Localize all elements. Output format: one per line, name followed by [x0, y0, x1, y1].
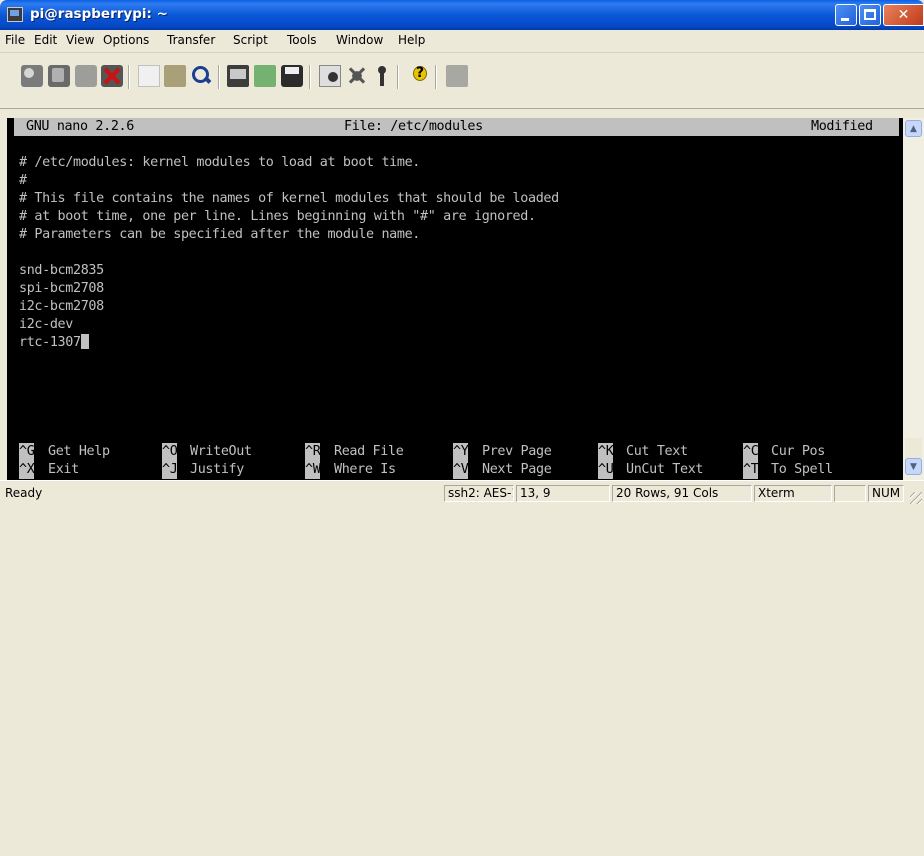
scroll-thumb[interactable] — [905, 438, 922, 458]
status-bar: Ready ssh2: AES-128 13, 9 20 Rows, 91 Co… — [0, 480, 924, 506]
connect-icon[interactable] — [21, 65, 43, 87]
terminal-app-icon[interactable] — [7, 7, 23, 22]
shortcut-label: To Spell — [771, 462, 833, 477]
chevron-down-icon: ▼ — [910, 461, 917, 472]
scroll-down-button[interactable]: ▼ — [905, 458, 922, 475]
resize-grip[interactable] — [910, 492, 922, 504]
nano-header-bar: GNU nano 2.2.6 File: /etc/modules Modifi… — [14, 118, 899, 136]
file-line: i2c-dev — [19, 317, 73, 332]
reconnect-icon[interactable] — [75, 65, 97, 87]
shortcut-label: Read File — [334, 444, 404, 459]
shortcut-key: ^R — [305, 443, 321, 461]
shortcut-key: ^T — [743, 461, 759, 479]
key-icon[interactable] — [371, 65, 393, 87]
toolbar-separator — [435, 65, 437, 89]
status-cipher: ssh2: AES-128 — [444, 485, 514, 502]
toolbar-separator — [309, 65, 311, 89]
maximize-icon — [864, 9, 876, 20]
terminal-screen[interactable]: GNU nano 2.2.6 File: /etc/modules Modifi… — [7, 118, 903, 480]
shortcut-label: WriteOut — [190, 444, 252, 459]
nano-filename: File: /etc/modules — [344, 119, 483, 134]
properties-icon[interactable] — [319, 65, 341, 87]
shortcut-label: Justify — [190, 462, 244, 477]
toolbar-separator — [128, 65, 130, 89]
keymap-icon[interactable] — [346, 65, 368, 87]
disconnect-icon[interactable] — [101, 65, 123, 87]
menu-options[interactable]: Options — [103, 33, 149, 47]
menu-script[interactable]: Script — [233, 33, 268, 47]
menu-bar: File Edit View Options Transfer Script T… — [0, 30, 924, 53]
menu-tools[interactable]: Tools — [287, 33, 317, 47]
find-icon[interactable] — [190, 65, 212, 87]
help-icon[interactable] — [408, 65, 430, 87]
shortcut-label: UnCut Text — [626, 462, 704, 477]
shortcut-key: ^V — [453, 461, 469, 479]
file-line: # — [19, 173, 27, 188]
nano-modified-flag: Modified — [811, 119, 873, 134]
paste-icon[interactable] — [164, 65, 186, 87]
copy-icon[interactable] — [138, 65, 160, 87]
file-line-current: rtc-1307 — [19, 334, 89, 352]
status-empty-cell — [834, 485, 866, 502]
minimize-icon — [841, 18, 849, 21]
text-cursor — [80, 334, 89, 349]
shortcut-label: Exit — [48, 462, 79, 477]
shortcut-label: Get Help — [48, 444, 110, 459]
file-line-text: rtc-1307 — [19, 335, 81, 350]
menu-edit[interactable]: Edit — [34, 33, 57, 47]
shortcut-label: Cut Text — [626, 444, 688, 459]
status-ready: Ready — [5, 486, 43, 500]
shortcut-label: Cur Pos — [771, 444, 825, 459]
title-bar[interactable]: pi@raspberrypi: ~ ✕ — [0, 0, 924, 30]
minimize-button[interactable] — [835, 4, 857, 26]
file-line: # at boot time, one per line. Lines begi… — [19, 209, 536, 224]
shortcut-key: ^Y — [453, 443, 469, 461]
menu-help[interactable]: Help — [398, 33, 425, 47]
menu-window[interactable]: Window — [336, 33, 383, 47]
menu-file[interactable]: File — [5, 33, 25, 47]
file-line: # Parameters can be specified after the … — [19, 227, 421, 242]
maximize-button[interactable] — [859, 4, 881, 26]
menu-view[interactable]: View — [66, 33, 94, 47]
shortcut-key: ^G — [19, 443, 35, 461]
print-icon[interactable] — [281, 65, 303, 87]
toolbar-separator — [397, 65, 399, 89]
window-title: pi@raspberrypi: ~ — [30, 6, 168, 22]
vertical-scrollbar[interactable]: ▲ ▼ — [903, 118, 924, 480]
shortcut-key: ^C — [743, 443, 759, 461]
status-num-lock: NUM — [868, 485, 904, 502]
scroll-up-button[interactable]: ▲ — [905, 120, 922, 137]
shortcut-label: Where Is — [334, 462, 396, 477]
shortcut-label: Next Page — [482, 462, 552, 477]
nano-version: GNU nano 2.2.6 — [26, 119, 134, 134]
menu-transfer[interactable]: Transfer — [167, 33, 215, 47]
status-terminal-size: 20 Rows, 91 Cols — [612, 485, 752, 502]
chevron-up-icon: ▲ — [910, 123, 917, 134]
close-icon: ✕ — [897, 7, 910, 23]
file-line: # /etc/modules: kernel modules to load a… — [19, 155, 421, 170]
shortcut-key: ^U — [598, 461, 614, 479]
file-line: spi-bcm2708 — [19, 281, 104, 296]
status-cursor-position: 13, 9 — [516, 485, 610, 502]
status-terminal-type: Xterm — [754, 485, 832, 502]
shortcut-key: ^W — [305, 461, 321, 479]
shortcut-key: ^X — [19, 461, 35, 479]
toolbar — [0, 53, 924, 109]
close-button[interactable]: ✕ — [883, 4, 924, 26]
about-icon[interactable] — [446, 65, 468, 87]
shortcut-label: Prev Page — [482, 444, 552, 459]
file-line: snd-bcm2835 — [19, 263, 104, 278]
toolbar-separator — [218, 65, 220, 89]
shortcut-key: ^K — [598, 443, 614, 461]
file-line: # This file contains the names of kernel… — [19, 191, 559, 206]
session-options-icon[interactable] — [227, 65, 249, 87]
global-options-icon[interactable] — [254, 65, 276, 87]
quick-connect-icon[interactable] — [48, 65, 70, 87]
shortcut-key: ^J — [162, 461, 178, 479]
file-line: i2c-bcm2708 — [19, 299, 104, 314]
shortcut-key: ^O — [162, 443, 178, 461]
